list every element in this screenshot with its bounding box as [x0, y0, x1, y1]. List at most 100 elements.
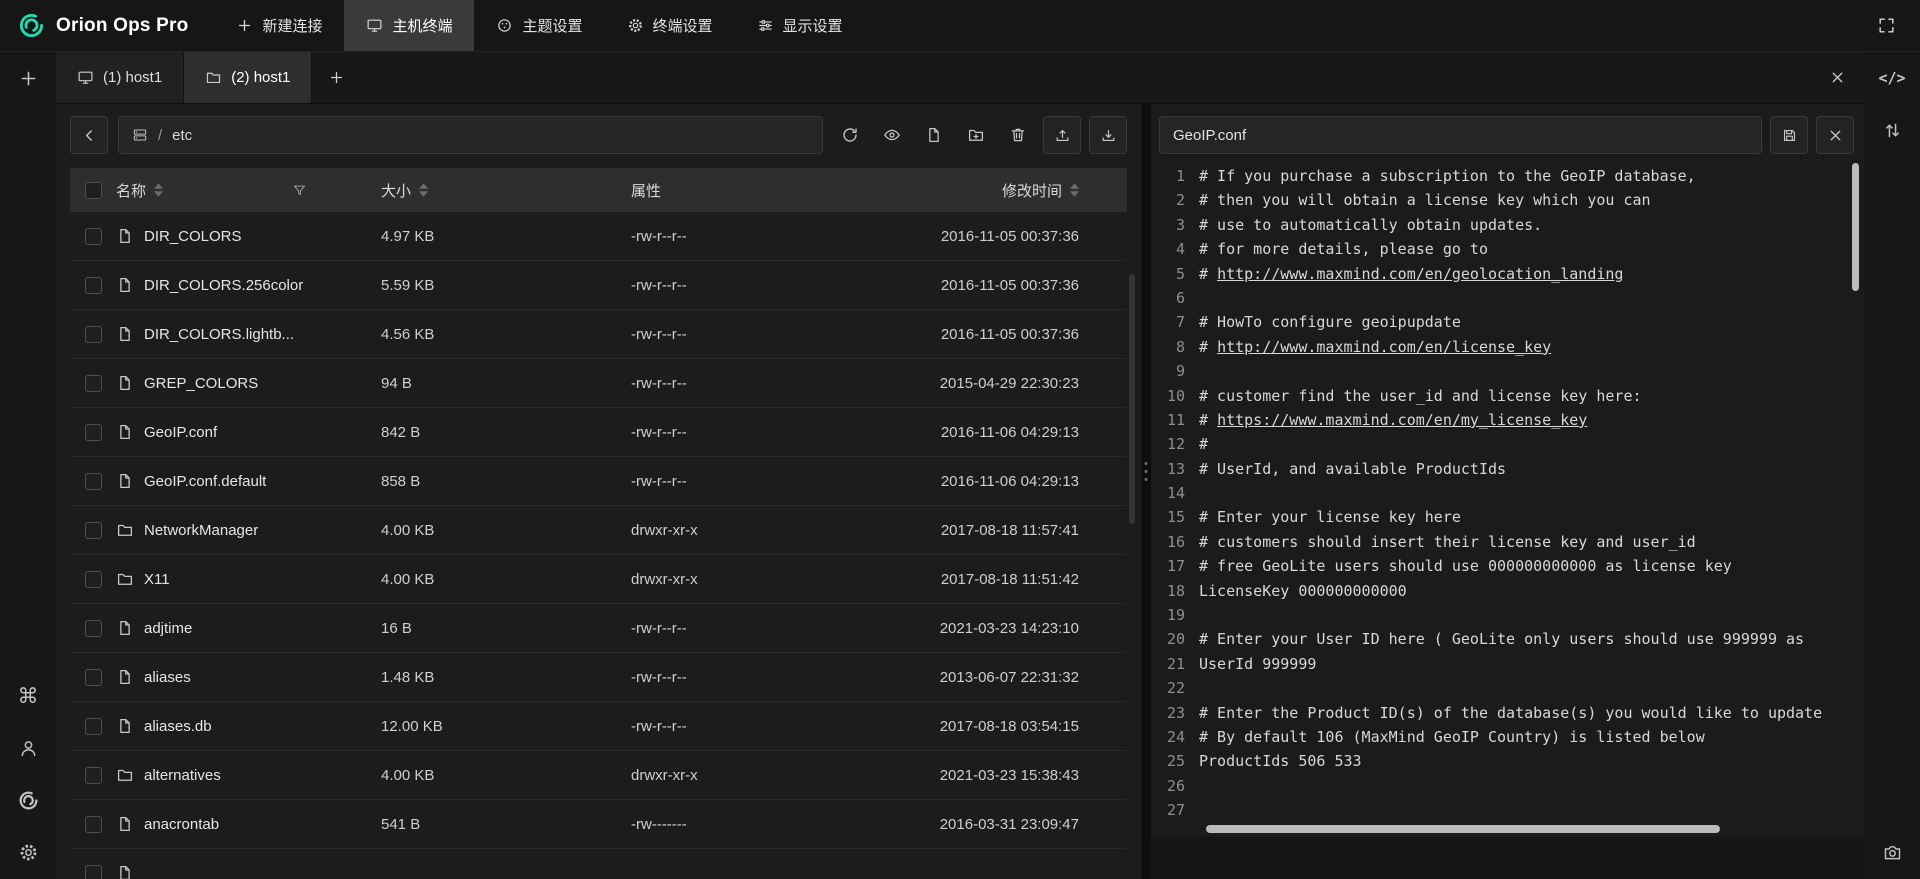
- code-line: 10 # customer find the user_id and licen…: [1151, 384, 1864, 408]
- toggle-hidden-files-button[interactable]: [875, 116, 909, 154]
- users-button[interactable]: [0, 737, 56, 759]
- table-row[interactable]: alternatives 4.00 KB drwxr-xr-x 2021-03-…: [70, 751, 1127, 800]
- file-name[interactable]: alternatives: [144, 767, 221, 784]
- nav-item-new-connection[interactable]: 新建连接: [214, 0, 344, 51]
- row-checkbox[interactable]: [85, 424, 102, 441]
- code-link[interactable]: http://www.maxmind.com/en/license_key: [1217, 338, 1551, 356]
- editor-close-button[interactable]: [1816, 116, 1854, 154]
- file-list-scrollbar[interactable]: [1129, 274, 1135, 524]
- table-row[interactable]: [70, 849, 1127, 879]
- refresh-button[interactable]: [833, 116, 867, 154]
- upload-button[interactable]: [1043, 116, 1081, 154]
- table-row[interactable]: DIR_COLORS.256color 5.59 KB -rw-r--r-- 2…: [70, 261, 1127, 310]
- screenshot-button[interactable]: [1864, 841, 1920, 863]
- code-editor[interactable]: 1 # If you purchase a subscription to th…: [1151, 154, 1864, 879]
- new-tab-button[interactable]: [312, 52, 360, 103]
- swirl-logo-icon: [18, 790, 39, 811]
- code-line: 9: [1151, 359, 1864, 383]
- file-name[interactable]: GeoIP.conf: [144, 424, 217, 441]
- row-checkbox[interactable]: [85, 522, 102, 539]
- editor-filename-field[interactable]: GeoIP.conf: [1159, 116, 1762, 154]
- code-link[interactable]: http://www.maxmind.com/en/geolocation_la…: [1217, 265, 1623, 283]
- row-checkbox[interactable]: [85, 326, 102, 343]
- code-link[interactable]: https://www.maxmind.com/en/my_license_ke…: [1217, 411, 1587, 429]
- download-button[interactable]: [1089, 116, 1127, 154]
- settings-button[interactable]: [0, 841, 56, 863]
- row-checkbox[interactable]: [85, 767, 102, 784]
- column-label: 修改时间: [1002, 180, 1062, 201]
- tab-host1-files[interactable]: (2) host1: [184, 52, 312, 103]
- brand[interactable]: Orion Ops Pro: [0, 0, 214, 51]
- save-button[interactable]: [1770, 116, 1808, 154]
- column-header-mtime[interactable]: 修改时间: [931, 168, 1127, 212]
- row-checkbox[interactable]: [85, 669, 102, 686]
- delete-button[interactable]: [1001, 116, 1035, 154]
- table-row[interactable]: DIR_COLORS 4.97 KB -rw-r--r-- 2016-11-05…: [70, 212, 1127, 261]
- table-row[interactable]: GeoIP.conf.default 858 B -rw-r--r-- 2016…: [70, 457, 1127, 506]
- caret-up-icon: [154, 183, 163, 189]
- table-row[interactable]: aliases.db 12.00 KB -rw-r--r-- 2017-08-1…: [70, 702, 1127, 751]
- row-checkbox[interactable]: [85, 277, 102, 294]
- table-row[interactable]: anacrontab 541 B -rw------- 2016-03-31 2…: [70, 800, 1127, 849]
- row-checkbox[interactable]: [85, 718, 102, 735]
- file-name[interactable]: DIR_COLORS.lightb...: [144, 326, 294, 343]
- nav-item-theme-settings[interactable]: 主题设置: [474, 0, 604, 51]
- table-row[interactable]: DIR_COLORS.lightb... 4.56 KB -rw-r--r-- …: [70, 310, 1127, 359]
- new-folder-button[interactable]: [959, 116, 993, 154]
- table-row[interactable]: GREP_COLORS 94 B -rw-r--r-- 2015-04-29 2…: [70, 359, 1127, 408]
- close-view-button[interactable]: [1810, 52, 1864, 103]
- tab-label: (1) host1: [103, 69, 162, 86]
- path-segment[interactable]: etc: [172, 127, 192, 144]
- row-checkbox[interactable]: [85, 228, 102, 245]
- back-button[interactable]: [70, 116, 108, 154]
- file-name[interactable]: GeoIP.conf.default: [144, 473, 266, 490]
- row-checkbox[interactable]: [85, 816, 102, 833]
- file-name[interactable]: GREP_COLORS: [144, 375, 258, 392]
- sort-order-button[interactable]: [1864, 104, 1920, 156]
- file-name[interactable]: aliases: [144, 669, 191, 686]
- new-file-button[interactable]: [917, 116, 951, 154]
- row-checkbox[interactable]: [85, 571, 102, 588]
- table-row[interactable]: aliases 1.48 KB -rw-r--r-- 2013-06-07 22…: [70, 653, 1127, 702]
- line-content: # use to automatically obtain updates.: [1185, 213, 1542, 237]
- nav-item-terminal-settings[interactable]: 终端设置: [605, 0, 735, 51]
- code-view-button[interactable]: </>: [1864, 52, 1920, 104]
- nav-item-display-settings[interactable]: 显示设置: [735, 0, 865, 51]
- editor-panel: GeoIP.conf 1 # If you purchase a subscri…: [1151, 104, 1864, 879]
- select-all-checkbox[interactable]: [85, 182, 102, 199]
- path-breadcrumb[interactable]: / etc: [118, 116, 823, 154]
- row-checkbox[interactable]: [85, 473, 102, 490]
- sort-carets[interactable]: [1070, 183, 1079, 197]
- row-checkbox[interactable]: [85, 865, 102, 879]
- table-row[interactable]: X11 4.00 KB drwxr-xr-x 2017-08-18 11:51:…: [70, 555, 1127, 604]
- column-header-size[interactable]: 大小: [381, 168, 631, 212]
- tab-host1-terminal[interactable]: (1) host1: [56, 52, 184, 103]
- panel-resizer[interactable]: [1141, 104, 1151, 879]
- table-row[interactable]: GeoIP.conf 842 B -rw-r--r-- 2016-11-06 0…: [70, 408, 1127, 457]
- sort-carets[interactable]: [419, 183, 428, 197]
- row-checkbox[interactable]: [85, 620, 102, 637]
- fullscreen-button[interactable]: [1853, 0, 1920, 51]
- file-name[interactable]: aliases.db: [144, 718, 212, 735]
- command-shortcuts-button[interactable]: ⌘: [0, 685, 56, 707]
- sort-carets[interactable]: [154, 183, 163, 197]
- row-checkbox[interactable]: [85, 375, 102, 392]
- file-actions: [833, 116, 1127, 154]
- line-number: 17: [1151, 554, 1185, 578]
- editor-vertical-scrollbar[interactable]: [1852, 163, 1859, 291]
- column-header-name[interactable]: 名称: [116, 168, 381, 212]
- file-name[interactable]: DIR_COLORS: [144, 228, 242, 245]
- table-row[interactable]: adjtime 16 B -rw-r--r-- 2021-03-23 14:23…: [70, 604, 1127, 653]
- line-text: # If you purchase a subscription to the …: [1199, 167, 1696, 185]
- table-row[interactable]: NetworkManager 4.00 KB drwxr-xr-x 2017-0…: [70, 506, 1127, 555]
- filter-icon[interactable]: [292, 183, 307, 198]
- editor-horizontal-scrollbar[interactable]: [1206, 825, 1720, 833]
- rail-add-button[interactable]: [0, 52, 56, 104]
- file-name[interactable]: X11: [144, 571, 170, 588]
- file-name[interactable]: anacrontab: [144, 816, 219, 833]
- file-name[interactable]: NetworkManager: [144, 522, 258, 539]
- nav-item-host-terminal[interactable]: 主机终端: [344, 0, 474, 51]
- file-name[interactable]: DIR_COLORS.256color: [144, 277, 303, 294]
- app-mark-button[interactable]: [0, 789, 56, 811]
- file-name[interactable]: adjtime: [144, 620, 192, 637]
